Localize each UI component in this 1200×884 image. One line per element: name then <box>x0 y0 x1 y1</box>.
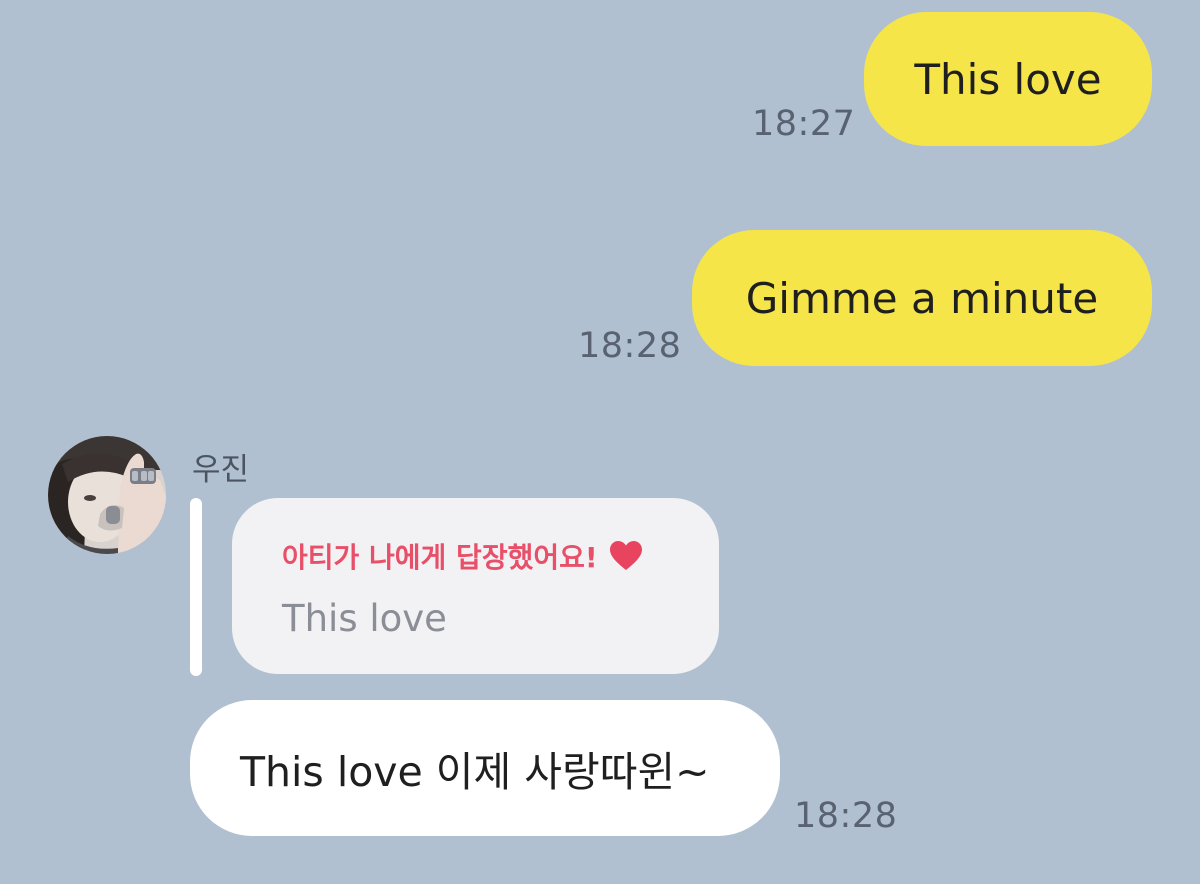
quoted-message-text: This love <box>282 597 447 640</box>
message-text: This love 이제 사랑따윈~ <box>240 748 710 796</box>
received-message-bubble[interactable]: This love 이제 사랑따윈~ <box>190 700 780 836</box>
reply-header: 아티가 나에게 답장했어요! <box>282 536 642 576</box>
reply-quote-card[interactable]: 아티가 나에게 답장했어요! This love <box>232 498 719 674</box>
sent-message-bubble[interactable]: This love <box>864 12 1152 146</box>
avatar[interactable] <box>48 436 166 554</box>
chat-thread: This love 18:27 Gimme a minute 18:28 우진 <box>0 0 1200 884</box>
message-timestamp: 18:27 <box>752 104 856 144</box>
reply-indicator-bar <box>190 498 202 676</box>
message-timestamp: 18:28 <box>794 796 898 836</box>
message-text: This love <box>914 54 1102 104</box>
message-timestamp: 18:28 <box>578 326 682 366</box>
heart-icon <box>609 541 642 571</box>
avatar-photo <box>48 436 166 554</box>
sender-name: 우진 <box>192 452 250 488</box>
reply-title: 아티가 나에게 답장했어요! <box>282 541 598 574</box>
sent-message-bubble[interactable]: Gimme a minute <box>692 230 1152 366</box>
message-text: Gimme a minute <box>745 273 1099 323</box>
